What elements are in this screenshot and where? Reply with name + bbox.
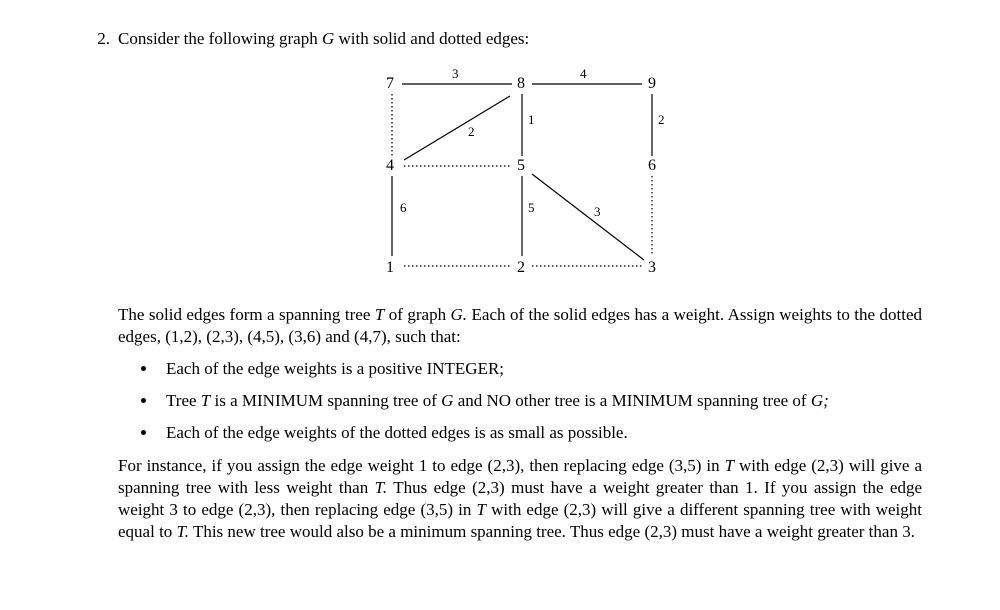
intro-text: Consider the following graph — [118, 29, 318, 48]
p2-T: T — [725, 456, 734, 475]
node-3: 3 — [648, 258, 656, 279]
node-6: 6 — [648, 156, 656, 177]
node-9: 9 — [648, 74, 656, 95]
problem-number: 2. — [88, 28, 110, 50]
b2-T: T — [201, 391, 210, 410]
p1-T: T — [375, 305, 384, 324]
p2-T3: T — [477, 500, 486, 519]
problem-heading: 2. Consider the following graph G with s… — [88, 28, 922, 50]
b2-a: Tree — [166, 391, 197, 410]
p2-a: For instance, if you assign the edge wei… — [118, 456, 720, 475]
weight-5-3: 3 — [594, 204, 601, 221]
p1-G: G. — [451, 305, 468, 324]
weight-4-1: 6 — [400, 200, 407, 217]
node-8: 8 — [517, 74, 525, 95]
graph-variable: G — [322, 29, 334, 48]
bullet-1: Each of the edge weights is a positive I… — [158, 358, 922, 380]
p2-T2: T. — [375, 478, 387, 497]
weight-7-8: 3 — [452, 66, 459, 83]
bullet-2: Tree T is a MINIMUM spanning tree of G a… — [158, 390, 922, 412]
paragraph-1: The solid edges form a spanning tree T o… — [118, 304, 922, 348]
p1-b: of graph — [389, 305, 446, 324]
node-2: 2 — [517, 258, 525, 279]
b2-G: G — [441, 391, 453, 410]
problem-intro: Consider the following graph G with soli… — [118, 28, 529, 50]
problem-content: 7 8 9 4 5 6 1 2 3 3 4 1 2 2 6 5 3 The so… — [88, 66, 922, 543]
p1-a: The solid edges form a spanning tree — [118, 305, 370, 324]
node-1: 1 — [386, 258, 394, 279]
weight-5-2: 5 — [528, 200, 535, 217]
node-7: 7 — [386, 74, 394, 95]
document-page: 2. Consider the following graph G with s… — [70, 14, 940, 596]
bullet-list: Each of the edge weights is a positive I… — [140, 358, 922, 444]
bullet-3: Each of the edge weights of the dotted e… — [158, 422, 922, 444]
b2-b: is a MINIMUM spanning tree of — [215, 391, 437, 410]
node-4: 4 — [386, 156, 394, 177]
b2-G2: G; — [811, 391, 829, 410]
weight-8-9: 4 — [580, 66, 587, 83]
node-5: 5 — [517, 156, 525, 177]
p2-e: This new tree would also be a minimum sp… — [193, 522, 915, 541]
weight-8-5: 1 — [528, 112, 535, 129]
weight-5-8-diag: 2 — [468, 124, 475, 141]
paragraph-2: For instance, if you assign the edge wei… — [118, 455, 922, 543]
graph-figure: 7 8 9 4 5 6 1 2 3 3 4 1 2 2 6 5 3 — [370, 66, 670, 286]
intro-text-suffix: with solid and dotted edges: — [339, 29, 530, 48]
weight-9-6: 2 — [658, 112, 665, 129]
b2-c: and NO other tree is a MINIMUM spanning … — [458, 391, 807, 410]
p2-T4: T. — [177, 522, 189, 541]
